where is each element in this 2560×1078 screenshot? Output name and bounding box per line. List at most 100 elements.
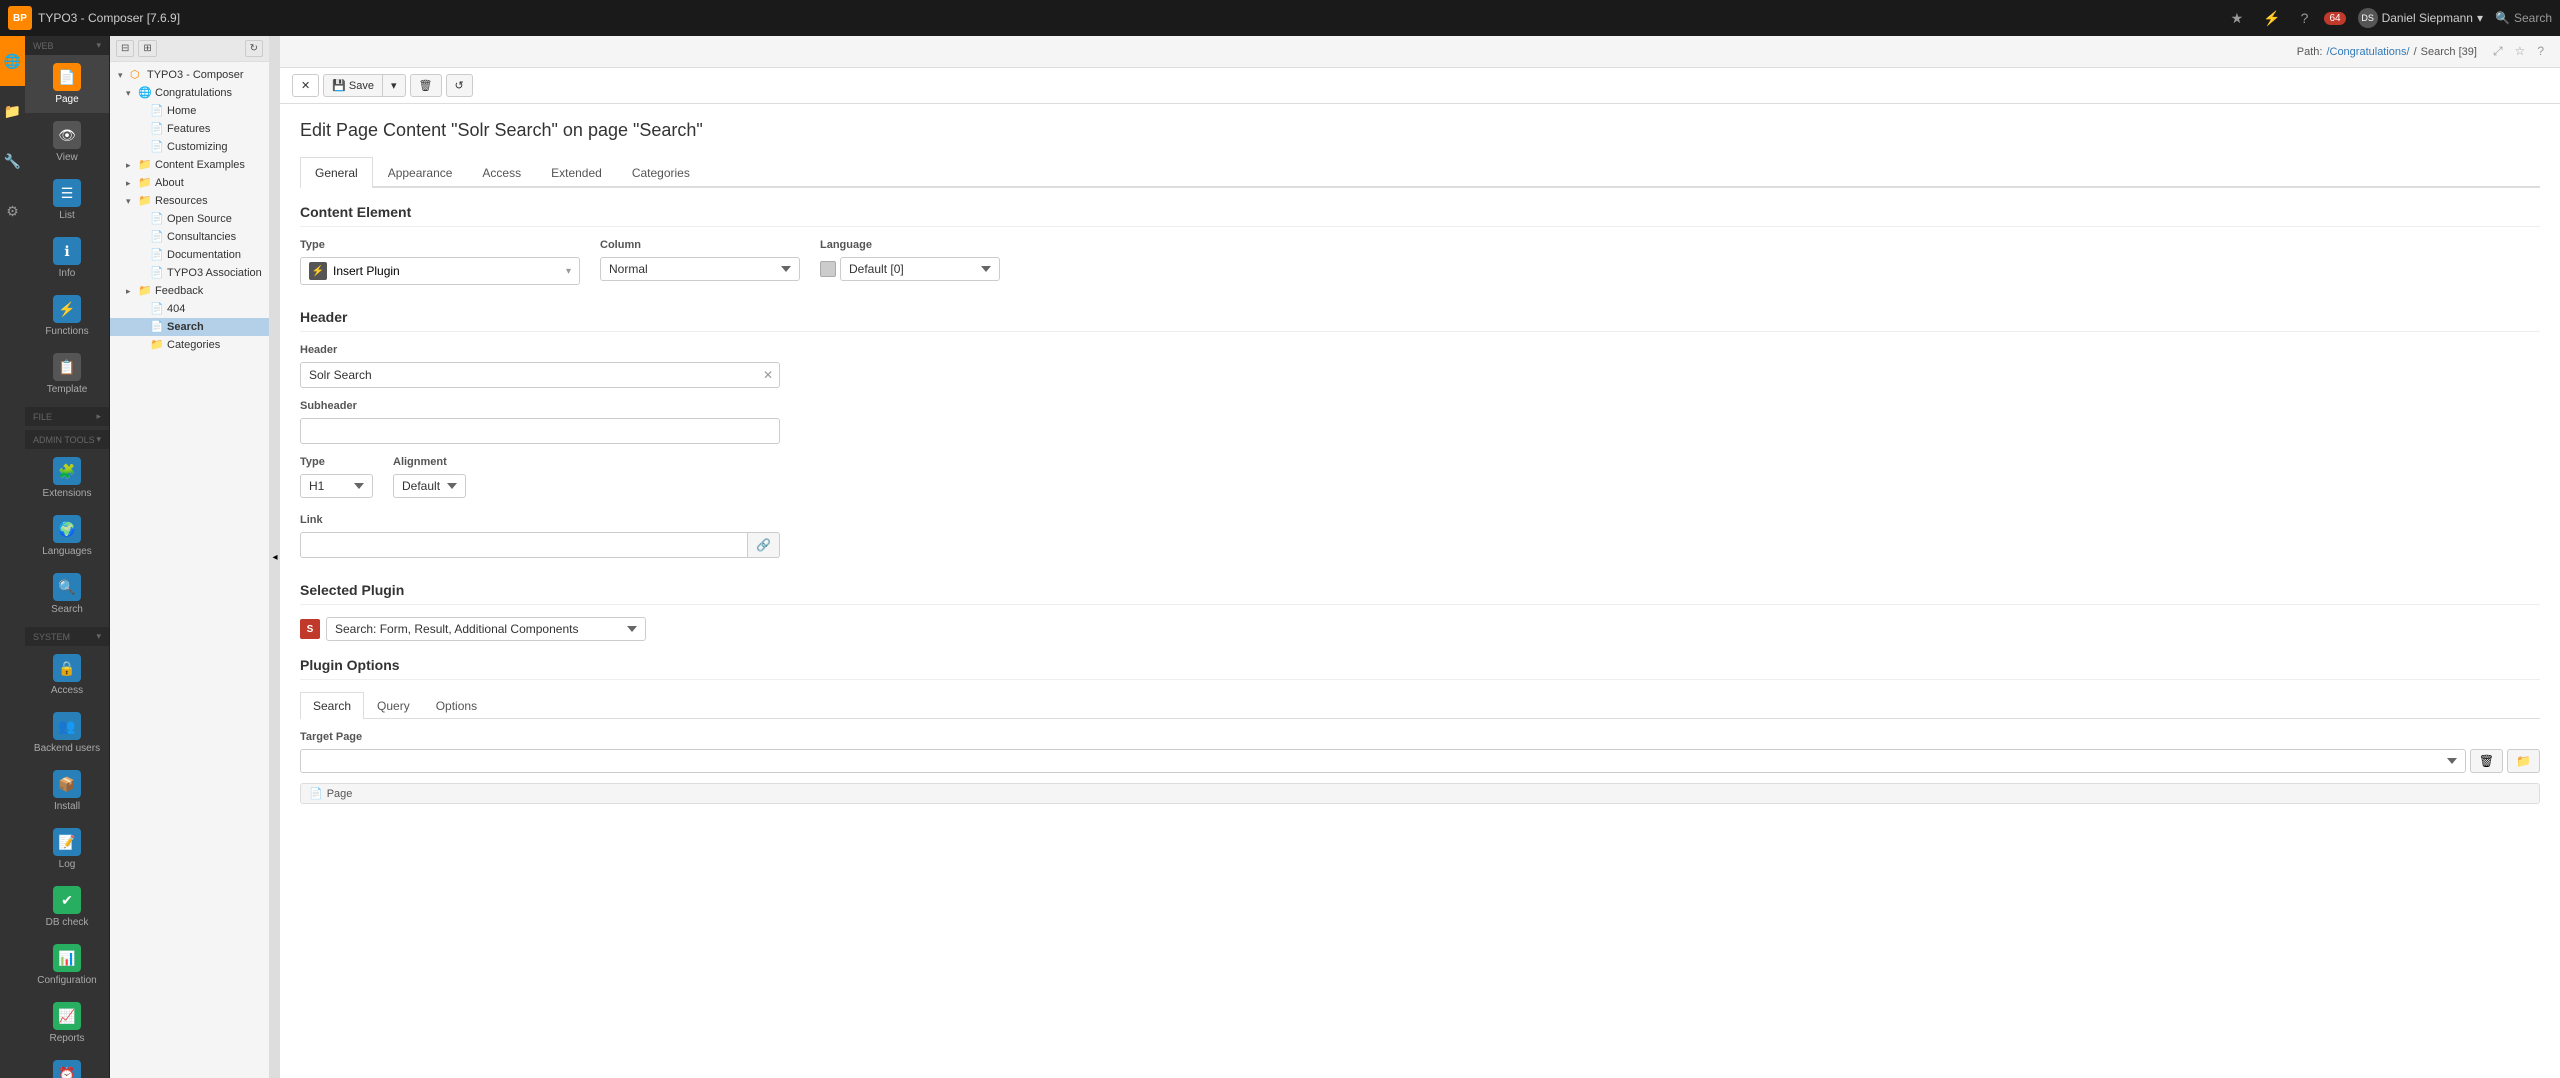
tree-documentation-label: Documentation	[167, 249, 241, 261]
help-icon[interactable]: ?	[2297, 6, 2313, 30]
edit-tabs: General Appearance Access Extended Categ…	[300, 157, 2540, 188]
system-toggle[interactable]: ▾	[96, 631, 101, 642]
web-toggle[interactable]: ▾	[96, 40, 101, 51]
tree-item-customizing[interactable]: 📄 Customizing	[110, 138, 269, 156]
language-label: Language	[820, 239, 2540, 251]
tree-expand-about[interactable]: ▸	[126, 178, 138, 189]
target-page-browse-btn[interactable]: 📁	[2507, 749, 2540, 773]
languages-label: Languages	[42, 546, 92, 557]
expand-icon[interactable]: ⤢	[2489, 42, 2507, 61]
sidebar-section-file[interactable]: 📁	[0, 86, 25, 136]
sidebar-item-search[interactable]: 🔍 Search	[25, 565, 109, 623]
tree-item-home[interactable]: 📄 Home	[110, 102, 269, 120]
sidebar-item-scheduler[interactable]: ⏰ Scheduler	[25, 1052, 109, 1078]
tab-appearance[interactable]: Appearance	[373, 157, 468, 188]
notification-badge[interactable]: 64	[2324, 12, 2345, 25]
delete-button[interactable]: 🗑	[410, 74, 442, 97]
sidebar-item-log[interactable]: 📝 Log	[25, 820, 109, 878]
sidebar-item-info[interactable]: ℹ Info	[25, 229, 109, 287]
tab-extended[interactable]: Extended	[536, 157, 617, 188]
tree-item-typo3-association[interactable]: 📄 TYPO3 Association	[110, 264, 269, 282]
breadcrumb-path[interactable]: /Congratulations/	[2326, 46, 2409, 58]
sidebar-section-system[interactable]: ⚙	[0, 186, 25, 236]
topbar-search[interactable]: 🔍 Search	[2495, 11, 2552, 25]
tree-item-content-examples[interactable]: ▸ 📁 Content Examples	[110, 156, 269, 174]
tree-item-404[interactable]: 📄 404	[110, 300, 269, 318]
tree-expand-feedback[interactable]: ▸	[126, 286, 138, 297]
sidebar-item-configuration[interactable]: 📊 Configuration	[25, 936, 109, 994]
admin-toggle[interactable]: ▾	[96, 434, 101, 445]
view-label: View	[56, 152, 78, 163]
search-label: Search	[2514, 11, 2552, 25]
sidebar-item-page[interactable]: 📄 Page	[25, 55, 109, 113]
tab-categories[interactable]: Categories	[617, 157, 705, 188]
alignment-select[interactable]: Default Left Center Right	[393, 474, 466, 498]
close-button[interactable]: ✕	[292, 74, 319, 97]
star-icon[interactable]: ★	[2227, 6, 2248, 31]
flash-icon[interactable]: ⚡	[2259, 6, 2284, 31]
target-page-select[interactable]	[300, 749, 2466, 773]
subheader-input[interactable]	[300, 418, 780, 444]
tree-item-consultancies[interactable]: 📄 Consultancies	[110, 228, 269, 246]
tree-expand-resources[interactable]: ▾	[126, 196, 138, 207]
tree-item-features[interactable]: 📄 Features	[110, 120, 269, 138]
sidebar-item-functions[interactable]: ⚡ Functions	[25, 287, 109, 345]
user-avatar: DS	[2358, 8, 2378, 28]
plugin-select[interactable]: Search: Form, Result, Additional Compone…	[326, 617, 646, 641]
sidebar-item-db-check[interactable]: ✔ DB check	[25, 878, 109, 936]
star-page-icon[interactable]: ☆	[2511, 42, 2530, 61]
sidebar-item-list[interactable]: ☰ List	[25, 171, 109, 229]
tree-item-resources[interactable]: ▾ 📁 Resources	[110, 192, 269, 210]
user-menu[interactable]: DS Daniel Siepmann ▾	[2358, 8, 2483, 28]
page-tag-label: Page	[327, 788, 353, 800]
plugin-tab-search[interactable]: Search	[300, 692, 364, 719]
tree-item-root[interactable]: ▾ ⬡ TYPO3 - Composer	[110, 66, 269, 84]
tree-expand-content-examples[interactable]: ▸	[126, 160, 138, 171]
sidebar-item-extensions[interactable]: 🧩 Extensions	[25, 449, 109, 507]
header-input[interactable]	[301, 363, 757, 387]
sidebar-item-install[interactable]: 📦 Install	[25, 762, 109, 820]
tree-icon-btn[interactable]: ⊞	[138, 40, 156, 57]
tree-refresh-btn[interactable]: ↻	[245, 40, 263, 57]
tree-item-congratulations[interactable]: ▾ 🌐 Congratulations	[110, 84, 269, 102]
header-clear-btn[interactable]: ✕	[757, 364, 779, 386]
save-button[interactable]: 💾 Save	[323, 74, 382, 97]
target-page-delete-btn[interactable]: 🗑	[2470, 749, 2503, 773]
plugin-tab-options[interactable]: Options	[423, 692, 490, 719]
tree-item-feedback[interactable]: ▸ 📁 Feedback	[110, 282, 269, 300]
tree-expand-root[interactable]: ▾	[118, 70, 130, 81]
tree-item-open-source[interactable]: 📄 Open Source	[110, 210, 269, 228]
sidebar-item-backend-users[interactable]: 👥 Backend users	[25, 704, 109, 762]
tree-item-categories[interactable]: 📁 Categories	[110, 336, 269, 354]
sidebar-section-web[interactable]: 🌐	[0, 36, 25, 86]
sidebar-item-view[interactable]: 👁 View	[25, 113, 109, 171]
tree-filter-btn[interactable]: ⊟	[116, 40, 134, 57]
reset-button[interactable]: ↺	[446, 74, 473, 97]
sidebar-item-access[interactable]: 🔒 Access	[25, 646, 109, 704]
plugin-tab-query[interactable]: Query	[364, 692, 423, 719]
language-select[interactable]: Default [0]	[840, 257, 1000, 281]
sidebar-item-reports[interactable]: 📈 Reports	[25, 994, 109, 1052]
content-element-row: Type ⚡ Insert Plugin ▾ Column Normal Lef…	[300, 239, 2540, 285]
type-button[interactable]: ⚡ Insert Plugin ▾	[300, 257, 580, 285]
tree-expand-congratulations[interactable]: ▾	[126, 88, 138, 99]
tree-item-search[interactable]: 📄 Search	[110, 318, 269, 336]
column-select[interactable]: Normal Left Right Border	[600, 257, 800, 281]
extensions-label: Extensions	[43, 488, 92, 499]
tree-item-documentation[interactable]: 📄 Documentation	[110, 246, 269, 264]
tab-access[interactable]: Access	[467, 157, 536, 188]
link-input[interactable]	[300, 532, 748, 558]
header-type-select[interactable]: H1 H2 H3 H4 H5 Hidden	[300, 474, 373, 498]
tree-item-about[interactable]: ▸ 📁 About	[110, 174, 269, 192]
tab-general[interactable]: General	[300, 157, 373, 188]
sidebar-item-languages[interactable]: 🌍 Languages	[25, 507, 109, 565]
main-layout: 🌐 📁 🔧 ⚙ WEB ▾ 📄 Page 👁 View ☰ List ℹ Inf…	[0, 36, 2560, 1078]
file-toggle[interactable]: ▸	[96, 411, 101, 422]
header-input-wrapper: ✕	[300, 362, 780, 388]
sidebar-item-template[interactable]: 📋 Template	[25, 345, 109, 403]
sidebar-section-admin[interactable]: 🔧	[0, 136, 25, 186]
link-browse-btn[interactable]: 🔗	[748, 532, 780, 558]
save-dropdown-button[interactable]: ▾	[382, 74, 406, 97]
help-page-icon[interactable]: ?	[2533, 42, 2548, 61]
collapse-handle[interactable]: ◂	[270, 36, 280, 1078]
